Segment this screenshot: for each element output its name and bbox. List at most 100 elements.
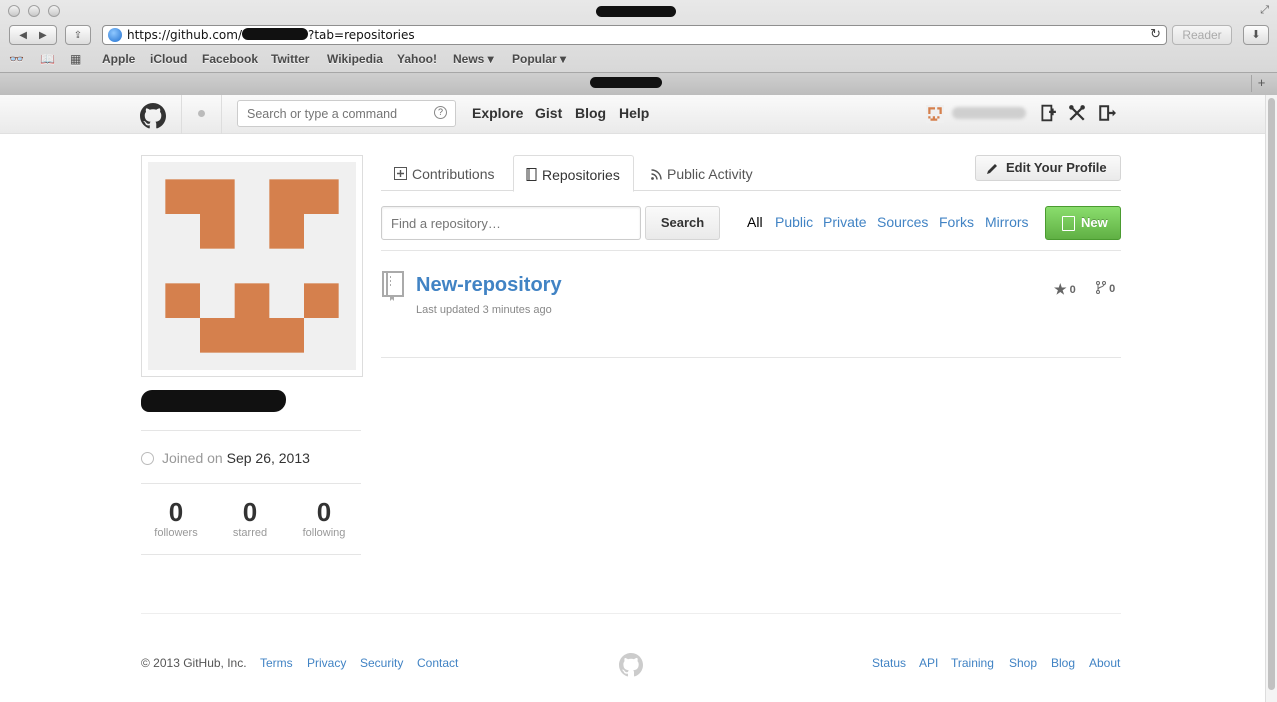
footer-link-terms[interactable]: Terms xyxy=(260,656,293,670)
address-bar[interactable]: https://github.com/ ?tab=repositories ↻ xyxy=(102,25,1167,45)
divider xyxy=(141,554,361,555)
repository-name-link[interactable]: New-repository xyxy=(416,274,562,297)
footer-link-shop[interactable]: Shop xyxy=(1009,656,1037,670)
browser-chrome: ⤢ ◀ ▶ ⇪ https://github.com/ ?tab=reposito… xyxy=(0,0,1277,95)
back-forward-buttons[interactable]: ◀ ▶ xyxy=(9,25,57,45)
footer-link-api[interactable]: API xyxy=(919,656,938,670)
url-prefix: https://github.com/ xyxy=(127,28,242,42)
repo-icon xyxy=(382,271,404,301)
repository-search-button[interactable]: Search xyxy=(645,206,720,240)
username-blurred[interactable] xyxy=(952,107,1026,119)
new-button-label: New xyxy=(1081,215,1108,230)
footer-link-about[interactable]: About xyxy=(1089,656,1120,670)
footer-link-security[interactable]: Security xyxy=(360,656,403,670)
bookmark-apple[interactable]: Apple xyxy=(102,52,135,66)
bookmark-yahoo[interactable]: Yahoo! xyxy=(397,52,437,66)
filter-public[interactable]: Public xyxy=(775,214,813,230)
clock-icon xyxy=(141,452,154,465)
filter-mirrors[interactable]: Mirrors xyxy=(985,214,1029,230)
new-tab-icon[interactable]: + xyxy=(1251,75,1271,92)
reload-icon[interactable]: ↻ xyxy=(1150,26,1161,44)
minimize-window-button[interactable] xyxy=(28,5,40,17)
account-settings-icon[interactable] xyxy=(1068,104,1086,122)
downloads-button[interactable]: ⬇ xyxy=(1243,25,1269,45)
bookmarks-bar: 👓 📖 ▦ Apple iCloud Facebook Twitter Wiki… xyxy=(0,50,1277,68)
new-repository-button[interactable]: New xyxy=(1045,206,1121,240)
footer-link-status[interactable]: Status xyxy=(872,656,906,670)
zoom-window-button[interactable] xyxy=(48,5,60,17)
repository-stars[interactable]: ★ 0 xyxy=(1054,281,1076,298)
bookmark-icloud[interactable]: iCloud xyxy=(150,52,187,66)
url-username-redacted xyxy=(241,28,308,40)
following-count: 0 xyxy=(316,497,332,527)
url-suffix: ?tab=repositories xyxy=(307,28,415,42)
new-repo-icon xyxy=(1062,216,1075,231)
nav-gist[interactable]: Gist xyxy=(535,105,562,121)
download-icon: ⬇ xyxy=(1251,29,1261,41)
profile-username-redacted xyxy=(141,390,286,412)
reader-button[interactable]: Reader xyxy=(1172,25,1232,45)
fullscreen-icon[interactable]: ⤢ xyxy=(1260,4,1269,17)
bookmark-news-menu[interactable]: News ▾ xyxy=(453,52,494,66)
github-footer-octocat-icon[interactable] xyxy=(619,653,643,677)
starred-stat[interactable]: 0 starred xyxy=(215,497,285,539)
back-arrow-icon[interactable]: ◀ xyxy=(19,30,27,41)
filter-all[interactable]: All xyxy=(747,214,763,230)
command-search-input[interactable] xyxy=(237,100,456,127)
bookmark-twitter[interactable]: Twitter xyxy=(271,52,309,66)
tab-title-redacted[interactable] xyxy=(590,77,662,88)
star-icon: ★ xyxy=(1054,281,1067,297)
top-sites-grid-icon[interactable]: ▦ xyxy=(70,52,81,66)
sign-out-icon[interactable] xyxy=(1098,104,1116,122)
create-repo-icon[interactable] xyxy=(1039,104,1057,122)
rss-icon xyxy=(651,169,662,180)
footer-link-blog[interactable]: Blog xyxy=(1051,656,1075,670)
profile-avatar[interactable] xyxy=(141,155,363,377)
github-header: ? Explore Gist Blog Help xyxy=(0,95,1265,134)
forward-arrow-icon[interactable]: ▶ xyxy=(39,30,47,41)
repository-updated-time: Last updated 3 minutes ago xyxy=(416,304,552,316)
starred-count: 0 xyxy=(242,497,258,527)
repository-forks[interactable]: 0 xyxy=(1096,281,1115,295)
share-button[interactable]: ⇪ xyxy=(65,25,91,45)
user-avatar-small[interactable] xyxy=(926,105,944,123)
pencil-icon xyxy=(987,164,997,174)
joined-label: Joined on xyxy=(162,450,223,466)
tab-repositories[interactable]: Repositories xyxy=(513,155,634,192)
close-window-button[interactable] xyxy=(8,5,20,17)
tab-contributions[interactable]: Contributions xyxy=(394,155,495,191)
bookmark-wikipedia[interactable]: Wikipedia xyxy=(327,52,383,66)
edit-profile-button[interactable]: Edit Your Profile xyxy=(975,155,1121,181)
divider xyxy=(381,250,1121,251)
followers-stat[interactable]: 0 followers xyxy=(141,497,211,539)
tab-public-activity[interactable]: Public Activity xyxy=(651,155,753,191)
starred-label: starred xyxy=(232,527,268,539)
globe-icon xyxy=(108,28,122,42)
nav-blog[interactable]: Blog xyxy=(575,105,606,121)
filter-sources[interactable]: Sources xyxy=(877,214,928,230)
tab-public-activity-label: Public Activity xyxy=(667,166,753,182)
footer-copyright: © 2013 GitHub, Inc. xyxy=(141,656,247,670)
scrollbar-thumb[interactable] xyxy=(1268,98,1275,690)
nav-explore[interactable]: Explore xyxy=(472,105,523,121)
joined-info: Joined on Sep 26, 2013 xyxy=(141,450,310,466)
reading-list-icon[interactable]: 👓 xyxy=(9,52,24,66)
bookmarks-book-icon[interactable]: 📖 xyxy=(40,52,55,66)
filter-forks[interactable]: Forks xyxy=(939,214,974,230)
footer-link-training[interactable]: Training xyxy=(951,656,994,670)
search-help-icon[interactable]: ? xyxy=(434,106,447,119)
followers-count: 0 xyxy=(168,497,184,527)
github-octocat-icon[interactable] xyxy=(140,103,166,129)
following-stat[interactable]: 0 following xyxy=(289,497,359,539)
bookmark-popular-menu[interactable]: Popular ▾ xyxy=(512,52,566,66)
footer-link-privacy[interactable]: Privacy xyxy=(307,656,346,670)
identicon-avatar xyxy=(148,162,356,370)
divider xyxy=(141,483,361,484)
notification-indicator-icon[interactable] xyxy=(198,110,205,117)
window-title-redacted xyxy=(596,6,676,17)
repository-filter-input[interactable] xyxy=(381,206,641,240)
footer-link-contact[interactable]: Contact xyxy=(417,656,458,670)
filter-private[interactable]: Private xyxy=(823,214,867,230)
bookmark-facebook[interactable]: Facebook xyxy=(202,52,258,66)
nav-help[interactable]: Help xyxy=(619,105,649,121)
